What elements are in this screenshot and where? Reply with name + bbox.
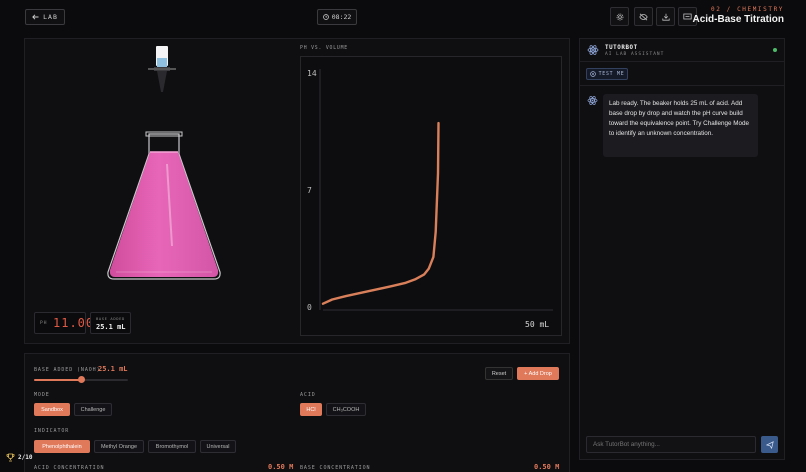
base-concentration-label: BASE CONCENTRATION: [300, 465, 371, 471]
online-status-dot: [773, 48, 777, 52]
target-icon: [589, 71, 596, 77]
ask-tutor-input[interactable]: [586, 436, 756, 453]
ph-label: PH: [40, 321, 48, 326]
mode-sandbox-button[interactable]: Sandbox: [34, 403, 70, 416]
page-title: Acid-Base Titration: [692, 14, 785, 25]
burette: [148, 46, 176, 92]
divider: [579, 85, 785, 86]
score-badge: 2/10: [6, 450, 32, 464]
indicator-universal-button[interactable]: Universal: [200, 440, 236, 453]
back-label: LAB: [43, 13, 58, 21]
base-added-readout: BASE ADDED 25.1 mL: [90, 312, 131, 334]
mode-challenge-button[interactable]: Challenge: [74, 403, 112, 416]
back-to-lab-button[interactable]: LAB: [25, 9, 65, 25]
base-concentration-value: 0.50 M: [534, 463, 560, 471]
base-volume-slider[interactable]: [34, 376, 128, 383]
indicator-label: INDICATOR: [34, 428, 70, 434]
ph-curve-point: [345, 295, 347, 297]
ph-readout: PH 11.00: [34, 312, 93, 334]
x-axis-end-label: 50 mL: [525, 320, 549, 329]
download-icon: [661, 13, 670, 21]
atom-icon: [587, 96, 598, 105]
acid-concentration-value: 0.50 M: [268, 463, 294, 471]
ph-curve-point: [423, 273, 425, 275]
indicator-phenolphthalein-button[interactable]: Phenolphthalein: [34, 440, 90, 453]
tutor-avatar: [587, 44, 599, 56]
send-button[interactable]: [761, 436, 778, 453]
test-me-label: TEST ME: [598, 71, 625, 77]
y-tick-label: 7: [307, 186, 312, 195]
ph-curve-point: [435, 231, 437, 233]
tutor-message: Lab ready. The beaker holds 25 mL of aci…: [603, 94, 758, 157]
ph-curve-point: [391, 285, 393, 287]
base-added-control-label: BASE ADDED (NAOH): [34, 367, 101, 373]
titration-apparatus: [107, 46, 221, 280]
timer-value: 08:22: [331, 13, 352, 21]
acid-label: ACID: [300, 392, 316, 398]
y-tick-label: 14: [307, 69, 317, 78]
acid-hcl-button[interactable]: HCl: [300, 403, 322, 416]
ph-curve-point: [405, 282, 407, 284]
test-me-button[interactable]: TEST ME: [586, 68, 628, 80]
ph-curve-point: [428, 268, 430, 270]
ph-curve-point: [437, 122, 440, 124]
slider-fill: [34, 379, 82, 381]
base-added-control-value: 25.1 mL: [98, 365, 128, 373]
download-button[interactable]: [656, 7, 675, 26]
mode-label: MODE: [34, 392, 50, 398]
indicator-bromothymol-button[interactable]: Bromothymol: [148, 440, 196, 453]
subject-kicker: 02 / CHEMISTRY: [711, 6, 784, 13]
atom-icon: [587, 45, 599, 55]
score-value: 2/10: [18, 453, 33, 461]
send-icon: [765, 440, 774, 449]
base-added-label: BASE ADDED: [96, 316, 125, 321]
erlenmeyer-flask: [107, 131, 221, 280]
tutor-subtitle: AI LAB ASSISTANT: [605, 52, 665, 57]
base-added-value: 25.1 mL: [96, 323, 126, 331]
slider-thumb[interactable]: [77, 376, 85, 383]
clock-icon: [322, 14, 329, 20]
ph-curve-point: [437, 172, 439, 174]
hide-button[interactable]: [634, 7, 653, 26]
ph-curve-chart: 14 7 0 50 mL: [300, 56, 562, 336]
ph-curve-point: [368, 290, 370, 292]
trophy-icon: [6, 453, 15, 461]
message-avatar: [587, 95, 598, 106]
add-drop-button[interactable]: + Add Drop: [517, 367, 559, 380]
chart-title: PH VS. VOLUME: [300, 46, 348, 51]
ph-curve-point: [322, 303, 324, 305]
screen-icon: [683, 13, 692, 19]
ph-curve-point: [414, 278, 416, 280]
y-tick-label: 0: [307, 303, 312, 312]
solution: [109, 152, 219, 277]
ph-curve-point: [331, 298, 333, 301]
ph-curve-svg: 14 7 0 50 mL: [307, 69, 553, 329]
indicator-methyl-orange-button[interactable]: Methyl Orange: [94, 440, 144, 453]
ph-value: 11.00: [53, 316, 95, 330]
eye-off-icon: [639, 13, 648, 20]
timer: 08:22: [317, 9, 357, 25]
settings-button[interactable]: [610, 7, 629, 26]
arrow-left-icon: [32, 14, 39, 20]
settings-icon: [616, 13, 623, 20]
acid-concentration-label: ACID CONCENTRATION: [34, 465, 105, 471]
tutor-name: TUTORBOT: [605, 45, 638, 51]
top-bar: LAB 08:22 02 / CHEMISTRY Acid-Base Titra…: [0, 0, 806, 34]
ph-curve-line: [321, 121, 440, 305]
reset-button[interactable]: Reset: [485, 367, 513, 380]
ph-curve-point: [432, 256, 434, 258]
acid-acetic-button[interactable]: CH₃COOH: [326, 403, 366, 416]
